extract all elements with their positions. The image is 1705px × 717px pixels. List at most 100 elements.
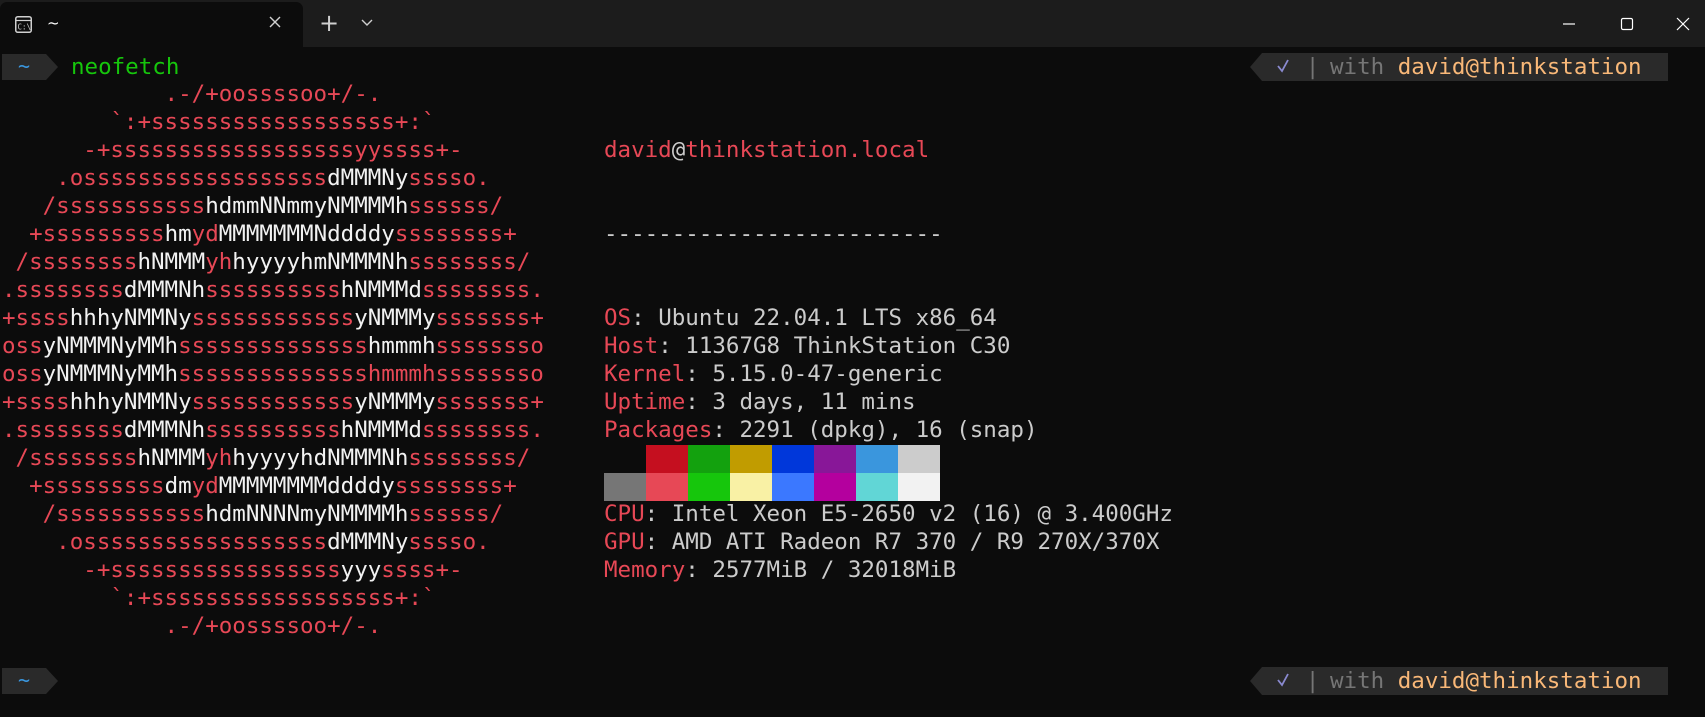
color-swatch-bright-0	[604, 473, 646, 501]
info-row-host: Host: 11367G8 ThinkStation C30	[604, 333, 1011, 359]
username: david	[604, 137, 672, 163]
ascii-segment: sssssssssssssshmmmhssssssso	[178, 361, 544, 387]
terminal-output[interactable]: ~ neofetch | with david@thinkstation .-/…	[0, 47, 1705, 717]
close-icon[interactable]	[268, 15, 282, 33]
hostname: thinkstation.local	[685, 137, 930, 163]
color-swatch-bright-5	[814, 473, 856, 501]
minimize-icon[interactable]	[1555, 10, 1583, 38]
ascii-segment: hhhyNMMNy	[69, 389, 192, 415]
info-row-os: OS: Ubuntu 22.04.1 LTS x86_64	[604, 305, 997, 331]
chevron-down-icon[interactable]	[360, 14, 374, 33]
ascii-segment: /ssssssss	[2, 249, 138, 275]
color-palette	[604, 445, 940, 501]
ascii-segment: hyyyyhdNMMMNh	[232, 445, 409, 471]
ascii-segment: ssssssssss	[205, 417, 341, 443]
ascii-segment: hhhyNMMNy	[69, 305, 192, 331]
ascii-segment: ssssssssss	[205, 277, 341, 303]
ascii-line: -+sssssssssssssssssyyyssss+-	[2, 556, 544, 584]
ascii-line: -+ssssssssssssssssssyyssss+-	[2, 136, 544, 164]
prompt-separator: |	[1306, 669, 1320, 694]
ascii-segment: yd	[191, 473, 219, 499]
ascii-segment: yNMMMy	[354, 389, 436, 415]
prompt-directory: ~	[18, 668, 31, 692]
ascii-line: /ssssssssssshdmNNNNmyNMMMMhssssss/	[2, 500, 544, 528]
ascii-segment: ssssssssssssss	[178, 333, 368, 359]
ascii-line: .ssssssssdMMMNhsssssssssshNMMMdssssssss.	[2, 276, 544, 304]
info-row-uptime: Uptime: 3 days, 11 mins	[604, 389, 916, 415]
ascii-segment: sssso.	[408, 529, 490, 555]
new-tab-button[interactable]: +	[319, 9, 339, 37]
ascii-segment: hyyyyhmNMMMNh	[232, 249, 409, 275]
ascii-segment: ssssssss/	[408, 445, 531, 471]
color-swatch-normal-4	[772, 445, 814, 473]
ascii-segment: yNMMMNyMMh	[42, 361, 179, 387]
prompt-context: with david@thinkstation	[1330, 53, 1642, 81]
ascii-line: /sssssssshNMMMyhhyyyyhmNMMMNhssssssss/	[2, 248, 544, 276]
ascii-segment: .-/+oossssoo+/-.	[2, 81, 382, 107]
ascii-segment: ssssssss.	[421, 277, 544, 303]
ascii-line: +sssshhhyNMMNyssssssssssssyNMMMysssssss+	[2, 304, 544, 332]
maximize-icon[interactable]	[1613, 10, 1641, 38]
tab-title: ~	[47, 14, 60, 32]
ascii-segment: +sssssssss	[2, 473, 165, 499]
user-host: david@thinkstation	[1397, 54, 1642, 80]
ascii-segment: /ssssssss	[2, 445, 138, 471]
separator-line: -------------------------	[604, 221, 943, 247]
ascii-line: /ssssssssssshdmmNNmmyNMMMMhssssss/	[2, 192, 544, 220]
info-label: CPU	[604, 501, 645, 527]
ascii-line: ossyNMMMNyMMhsssssssssssssshmmmhssssssso	[2, 332, 544, 360]
ascii-segment: ssssssss/	[408, 249, 531, 275]
ascii-segment: hNMMMd	[340, 277, 422, 303]
color-swatch-normal-3	[730, 445, 772, 473]
prompt-separator: |	[1306, 55, 1320, 80]
color-swatch-normal-0	[604, 445, 646, 473]
ascii-segment: ssssssss.	[421, 417, 544, 443]
info-label: Uptime	[604, 389, 686, 415]
at-sign: @	[671, 137, 686, 163]
ascii-segment: MMMMMMMMddddy	[218, 473, 395, 499]
info-value: 3 days, 11 mins	[712, 389, 916, 415]
ascii-segment: ssssssss+	[394, 473, 517, 499]
ascii-segment: MMMMMMMNddddy	[218, 221, 395, 247]
info-row-packages: Packages: 2291 (dpkg), 16 (snap)	[604, 417, 1038, 443]
tab-terminal[interactable]: C:\ ~	[0, 2, 303, 47]
ascii-segment: dMMMNh	[123, 277, 206, 303]
ascii-segment: .-/+oossssoo+/-.	[2, 613, 382, 639]
info-value: 2291 (dpkg), 16 (snap)	[739, 417, 1038, 443]
ascii-line: .ossssssssssssssssssdMMMNysssso.	[2, 528, 544, 556]
ascii-segment: yNMMMy	[354, 305, 436, 331]
ascii-segment: +ssss	[2, 305, 70, 331]
ascii-segment: ssssssso	[435, 333, 544, 359]
ascii-segment: -+ssssssssssssssssssyyssss+-	[2, 137, 463, 163]
ascii-segment: oss	[2, 361, 43, 387]
info-value: 5.15.0-47-generic	[712, 361, 943, 387]
info-value: Intel Xeon E5-2650 v2 (16) @ 3.400GHz	[671, 501, 1173, 527]
prompt-directory: ~	[18, 54, 31, 78]
ascii-segment: ssssssssssss	[191, 389, 355, 415]
terminal-icon: C:\	[15, 16, 32, 33]
ascii-line: .ossssssssssssssssssdMMMNysssso.	[2, 164, 544, 192]
ascii-line: +sssssssssdmydMMMMMMMMddddyssssssss+	[2, 472, 544, 500]
ascii-segment: ssss+-	[381, 557, 463, 583]
info-row-kernel: Kernel: 5.15.0-47-generic	[604, 361, 943, 387]
ascii-segment: sssso.	[408, 165, 490, 191]
color-swatch-normal-6	[856, 445, 898, 473]
color-swatch-normal-2	[688, 445, 730, 473]
ascii-segment: hNMMM	[137, 249, 206, 275]
prompt-right: | with david@thinkstation	[1250, 53, 1668, 81]
ascii-segment: .ssssssss	[2, 417, 124, 443]
ascii-segment: yyy	[340, 557, 382, 583]
info-label: Memory	[604, 557, 686, 583]
ascii-segment: yd	[191, 221, 219, 247]
info-label: Packages	[604, 417, 713, 443]
info-label: Kernel	[604, 361, 686, 387]
ascii-line: +ssssssssshmydMMMMMMMNddddyssssssss+	[2, 220, 544, 248]
ubuntu-ascii-logo: .-/+oossssoo+/-. `:+ssssssssssssssssss+:…	[2, 80, 544, 640]
color-swatch-bright-6	[856, 473, 898, 501]
ascii-segment: hmmmh	[367, 333, 436, 359]
ascii-segment: `:+ssssssssssssssssss+:`	[2, 585, 436, 611]
ascii-segment: .ossssssssssssssssss	[2, 529, 328, 555]
info-row-gpu: GPU: AMD ATI Radeon R7 370 / R9 270X/370…	[604, 529, 1160, 555]
checkmark-icon	[1276, 668, 1290, 697]
close-icon[interactable]	[1669, 10, 1697, 38]
